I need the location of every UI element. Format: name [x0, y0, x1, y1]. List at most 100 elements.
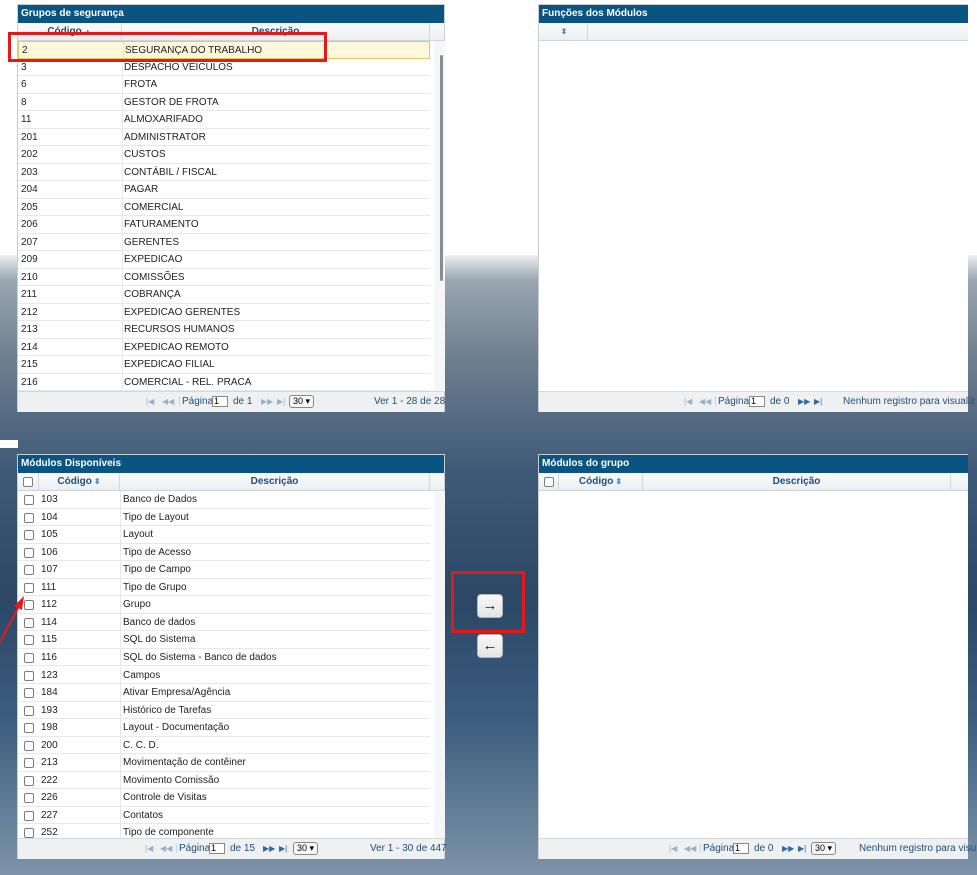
- table-row[interactable]: 11 ALMOXARIFADO: [18, 111, 430, 129]
- column-header-codigo[interactable]: Código ⬍: [39, 473, 120, 490]
- row-checkbox[interactable]: [24, 793, 34, 804]
- table-row[interactable]: 116 SQL do Sistema - Banco de dados: [18, 648, 430, 667]
- row-checkbox[interactable]: [24, 530, 34, 541]
- table-row[interactable]: 107 Tipo de Campo: [18, 561, 430, 579]
- table-row[interactable]: 106 Tipo de Acesso: [18, 543, 430, 562]
- remove-module-button[interactable]: ←: [477, 634, 503, 658]
- table-row[interactable]: 201 ADMINISTRATOR: [18, 128, 430, 146]
- scrollbar[interactable]: [434, 491, 445, 839]
- first-page-icon[interactable]: |◀: [684, 392, 692, 412]
- table-row[interactable]: 200 C. C. D.: [18, 736, 430, 755]
- next-page-icon[interactable]: ▶▶: [263, 839, 275, 859]
- column-divider: [120, 684, 121, 701]
- column-divider: [120, 543, 121, 561]
- table-row[interactable]: 213 Movimentação de contêiner: [18, 754, 430, 772]
- rows-per-page-select[interactable]: 30 ▾: [811, 841, 837, 855]
- table-row[interactable]: 111 Tipo de Grupo: [18, 578, 430, 597]
- table-row[interactable]: 222 Movimento Comissão: [18, 771, 430, 790]
- page-input[interactable]: 1: [749, 395, 765, 407]
- next-page-icon[interactable]: ▶▶: [798, 392, 810, 412]
- last-page-icon[interactable]: ▶|: [814, 392, 822, 412]
- column-divider: [122, 216, 123, 233]
- table-row[interactable]: 206 FATURAMENTO: [18, 216, 430, 234]
- last-page-icon[interactable]: ▶|: [279, 839, 287, 859]
- page-input[interactable]: 1: [212, 395, 228, 407]
- row-checkbox[interactable]: [24, 652, 34, 663]
- column-header-descricao[interactable]: Descrição: [643, 473, 951, 490]
- row-checkbox[interactable]: [24, 688, 34, 699]
- row-checkbox[interactable]: [24, 495, 34, 505]
- prev-page-icon[interactable]: ◀◀: [699, 392, 711, 412]
- cell-descricao: Tipo de Layout: [123, 511, 189, 523]
- table-row[interactable]: 212 EXPEDICAO GERENTES: [18, 303, 430, 321]
- table-row[interactable]: 112 Grupo: [18, 596, 430, 614]
- column-header-sort[interactable]: ⬍: [539, 23, 588, 40]
- select-all-checkbox[interactable]: [23, 477, 33, 487]
- table-row[interactable]: 227 Contatos: [18, 806, 430, 825]
- group-modules-panel: Módulos do grupo Código ⬍ Descrição |◀ ◀◀…: [538, 454, 976, 859]
- table-row[interactable]: 202 CUSTOS: [18, 146, 430, 164]
- row-checkbox[interactable]: [24, 740, 34, 751]
- scrollbar-thumb[interactable]: [440, 55, 443, 281]
- row-checkbox[interactable]: [24, 723, 34, 734]
- table-row[interactable]: 204 PAGAR: [18, 181, 430, 199]
- cell-codigo: 209: [21, 254, 38, 265]
- table-row[interactable]: 104 Tipo de Layout: [18, 508, 430, 527]
- table-row[interactable]: 226 Controle de Visitas: [18, 789, 430, 807]
- table-row[interactable]: 6 FROTA: [18, 76, 430, 94]
- table-row[interactable]: 105 Layout: [18, 526, 430, 544]
- last-page-icon[interactable]: ▶|: [277, 392, 285, 412]
- table-row[interactable]: 214 EXPEDICAO REMOTO: [18, 338, 430, 356]
- table-row[interactable]: 207 GERENTES: [18, 233, 430, 251]
- row-checkbox[interactable]: [24, 758, 34, 769]
- table-row[interactable]: 209 EXPEDICAO: [18, 251, 430, 269]
- table-row[interactable]: 210 COMISSÕES: [18, 268, 430, 286]
- column-divider: [120, 648, 121, 666]
- table-row[interactable]: 184 Ativar Empresa/Agência: [18, 684, 430, 702]
- prev-page-icon[interactable]: ◀◀: [684, 839, 696, 859]
- row-checkbox[interactable]: [24, 810, 34, 821]
- table-row[interactable]: 211 COBRANÇA: [18, 286, 430, 304]
- page-input[interactable]: 1: [209, 842, 225, 854]
- first-page-icon[interactable]: |◀: [669, 839, 677, 859]
- cell-codigo: 200: [41, 739, 58, 751]
- table-row[interactable]: 115 SQL do Sistema: [18, 631, 430, 649]
- cell-codigo: 206: [21, 219, 38, 230]
- table-row[interactable]: 8 GESTOR DE FROTA: [18, 93, 430, 111]
- row-checkbox[interactable]: [24, 705, 34, 716]
- page-input[interactable]: 1: [733, 842, 749, 854]
- table-row[interactable]: 203 CONTÁBIL / FISCAL: [18, 163, 430, 181]
- table-row[interactable]: 205 COMERCIAL: [18, 198, 430, 216]
- cell-codigo: 212: [21, 306, 38, 318]
- first-page-icon[interactable]: |◀: [145, 839, 153, 859]
- table-row[interactable]: 103 Banco de Dados: [18, 491, 430, 509]
- prev-page-icon[interactable]: ◀◀: [162, 392, 174, 412]
- table-row[interactable]: 213 RECURSOS HUMANOS: [18, 321, 430, 339]
- row-checkbox[interactable]: [24, 565, 34, 576]
- scrollbar[interactable]: [434, 41, 445, 391]
- last-page-icon[interactable]: ▶|: [798, 839, 806, 859]
- row-checkbox[interactable]: [24, 670, 34, 681]
- rows-per-page-select[interactable]: 30 ▾: [293, 841, 319, 855]
- first-page-icon[interactable]: |◀: [146, 392, 154, 412]
- table-row[interactable]: 198 Layout - Documentação: [18, 719, 430, 737]
- table-row[interactable]: 193 Histórico de Tarefas: [18, 701, 430, 720]
- pager: |◀ ◀◀ | Página 1 de 15 ▶▶ ▶| 30 ▾ Ver 1 …: [18, 838, 447, 859]
- rows-per-page-select[interactable]: 30 ▾: [289, 394, 315, 408]
- prev-page-icon[interactable]: ◀◀: [160, 839, 172, 859]
- row-checkbox[interactable]: [24, 512, 34, 523]
- table-row[interactable]: 252 Tipo de componente: [18, 824, 430, 839]
- table-row[interactable]: 215 EXPEDICAO FILIAL: [18, 356, 430, 374]
- table-row[interactable]: 114 Banco de dados: [18, 613, 430, 632]
- row-checkbox[interactable]: [24, 828, 34, 839]
- column-header-descricao[interactable]: Descrição: [120, 473, 430, 490]
- row-checkbox[interactable]: [24, 775, 34, 786]
- select-all-checkbox[interactable]: [544, 477, 554, 487]
- table-row[interactable]: 123 Campos: [18, 666, 430, 684]
- next-page-icon[interactable]: ▶▶: [782, 839, 794, 859]
- sort-icon: ⬍: [560, 27, 568, 36]
- table-row[interactable]: 216 COMERCIAL - REL. PRACA: [18, 373, 430, 391]
- row-checkbox[interactable]: [24, 547, 34, 558]
- next-page-icon[interactable]: ▶▶: [261, 392, 273, 412]
- column-header-codigo[interactable]: Código ⬍: [559, 473, 643, 490]
